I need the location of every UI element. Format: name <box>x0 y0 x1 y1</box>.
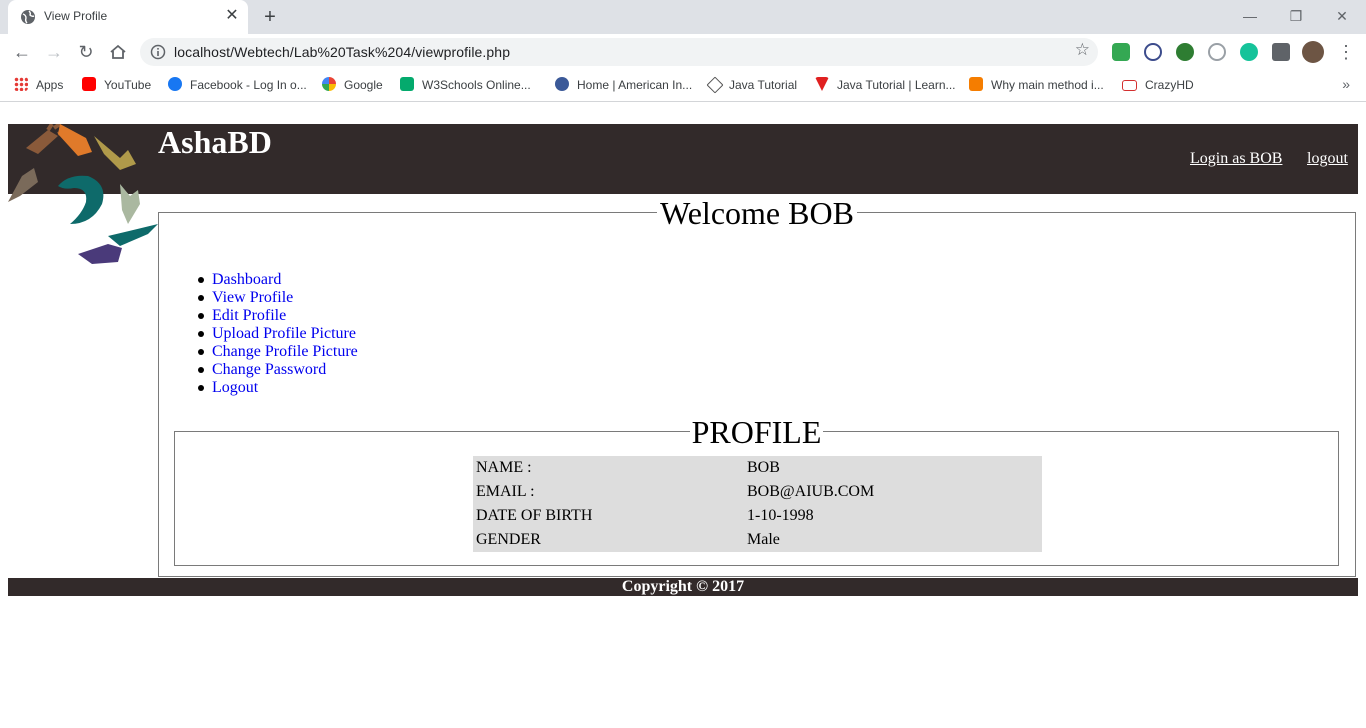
tab-view-profile[interactable]: View Profile ✕ <box>8 0 248 34</box>
bookmarks-bar: Apps YouTube Facebook - Log In o... Goog… <box>0 70 1366 102</box>
google-icon <box>322 77 336 91</box>
table-row: NAME : BOB <box>473 456 1042 480</box>
menu-item-change-picture[interactable]: Change Profile Picture <box>198 343 358 361</box>
bookmark-google[interactable]: Google <box>322 76 383 94</box>
profile-value: Male <box>747 531 780 548</box>
tab-title: View Profile <box>44 9 108 23</box>
chevron-more-icon[interactable]: » <box>1342 76 1350 92</box>
block-extension-icon[interactable] <box>1144 43 1162 61</box>
info-icon[interactable] <box>150 44 166 60</box>
profile-heading: PROFILE <box>689 414 824 450</box>
copyright-text: Copyright © 2017 <box>621 578 745 595</box>
menu-item-view-profile[interactable]: View Profile <box>198 289 358 307</box>
puzzle-extensions-icon[interactable] <box>1272 43 1290 61</box>
profile-value: 1-10-1998 <box>747 507 814 524</box>
reload-icon[interactable]: ↻ <box>74 40 98 64</box>
java-tutorial-icon <box>706 76 724 94</box>
profile-label: NAME : <box>476 459 532 476</box>
minimize-icon[interactable]: — <box>1232 4 1268 28</box>
globe-extension-icon[interactable] <box>1176 43 1194 61</box>
menu-item-dashboard[interactable]: Dashboard <box>198 271 358 289</box>
bookmark-star-icon[interactable]: ☆ <box>1075 40 1090 60</box>
menu-item-edit-profile[interactable]: Edit Profile <box>198 307 358 325</box>
hands-logo-icon <box>8 124 158 264</box>
profile-value: BOB@AIUB.COM <box>747 483 875 500</box>
bookmark-java-tutorial[interactable]: Java Tutorial <box>706 76 797 94</box>
menu-item-logout[interactable]: Logout <box>198 379 358 397</box>
table-row: DATE OF BIRTH 1-10-1998 <box>473 504 1042 528</box>
bookmark-crazyhd[interactable]: CrazyHD <box>1122 76 1194 94</box>
back-icon[interactable]: ← <box>10 40 34 64</box>
globe-icon <box>21 10 35 24</box>
tab-strip: View Profile ✕ + — ❐ ✕ <box>0 0 1366 34</box>
aiub-icon <box>555 77 569 91</box>
blogger-icon <box>969 77 983 91</box>
cloud-extension-icon[interactable] <box>1208 43 1226 61</box>
bookmark-apps[interactable]: Apps <box>14 76 63 94</box>
welcome-heading: Welcome BOB <box>657 195 857 231</box>
grammarly-icon[interactable] <box>1240 43 1258 61</box>
address-bar[interactable]: localhost/Webtech/Lab%20Task%204/viewpro… <box>140 38 1098 66</box>
menu-dots-icon[interactable]: ⋮ <box>1334 40 1358 64</box>
apps-grid-icon <box>14 77 28 91</box>
menu-item-upload-picture[interactable]: Upload Profile Picture <box>198 325 358 343</box>
shield-extension-icon[interactable] <box>1112 43 1130 61</box>
table-row: GENDER Male <box>473 528 1042 552</box>
user-menu: Dashboard View Profile Edit Profile Uplo… <box>198 271 358 397</box>
plus-icon[interactable]: + <box>258 5 282 29</box>
javatpoint-icon <box>815 77 829 91</box>
profile-label: EMAIL : <box>476 483 535 500</box>
home-icon[interactable] <box>106 40 130 64</box>
site-footer: Copyright © 2017 <box>8 578 1358 596</box>
bookmark-youtube[interactable]: YouTube <box>82 76 151 94</box>
url-text: localhost/Webtech/Lab%20Task%204/viewpro… <box>174 44 511 60</box>
youtube-icon <box>82 77 96 91</box>
profile-label: DATE OF BIRTH <box>476 507 593 524</box>
logout-link[interactable]: logout <box>1307 150 1348 168</box>
avatar[interactable] <box>1302 41 1324 63</box>
forward-icon[interactable]: → <box>42 40 66 64</box>
site-title: AshaBD <box>158 124 272 160</box>
browser-toolbar: ← → ↻ localhost/Webtech/Lab%20Task%204/v… <box>0 34 1366 70</box>
profile-table: NAME : BOB EMAIL : BOB@AIUB.COM DATE OF … <box>473 456 1042 552</box>
menu-item-change-password[interactable]: Change Password <box>198 361 358 379</box>
login-as-link[interactable]: Login as BOB <box>1190 150 1282 168</box>
bookmark-facebook[interactable]: Facebook - Log In o... <box>168 76 307 94</box>
profile-label: GENDER <box>476 531 541 548</box>
bookmark-javatpoint[interactable]: Java Tutorial | Learn... <box>815 76 956 94</box>
facebook-icon <box>168 77 182 91</box>
table-row: EMAIL : BOB@AIUB.COM <box>473 480 1042 504</box>
bookmark-blogger[interactable]: Why main method i... <box>969 76 1104 94</box>
site-header: AshaBD Login as BOB logout <box>8 124 1358 194</box>
window-close-icon[interactable]: ✕ <box>1324 4 1360 28</box>
bookmark-w3schools[interactable]: W3Schools Online... <box>400 76 531 94</box>
close-icon[interactable]: ✕ <box>222 6 242 26</box>
profile-value: BOB <box>747 459 780 476</box>
restore-icon[interactable]: ❐ <box>1278 4 1314 28</box>
crazyhd-icon <box>1122 80 1137 91</box>
bookmark-aiub[interactable]: Home | American In... <box>555 76 692 94</box>
w3schools-icon <box>400 77 414 91</box>
